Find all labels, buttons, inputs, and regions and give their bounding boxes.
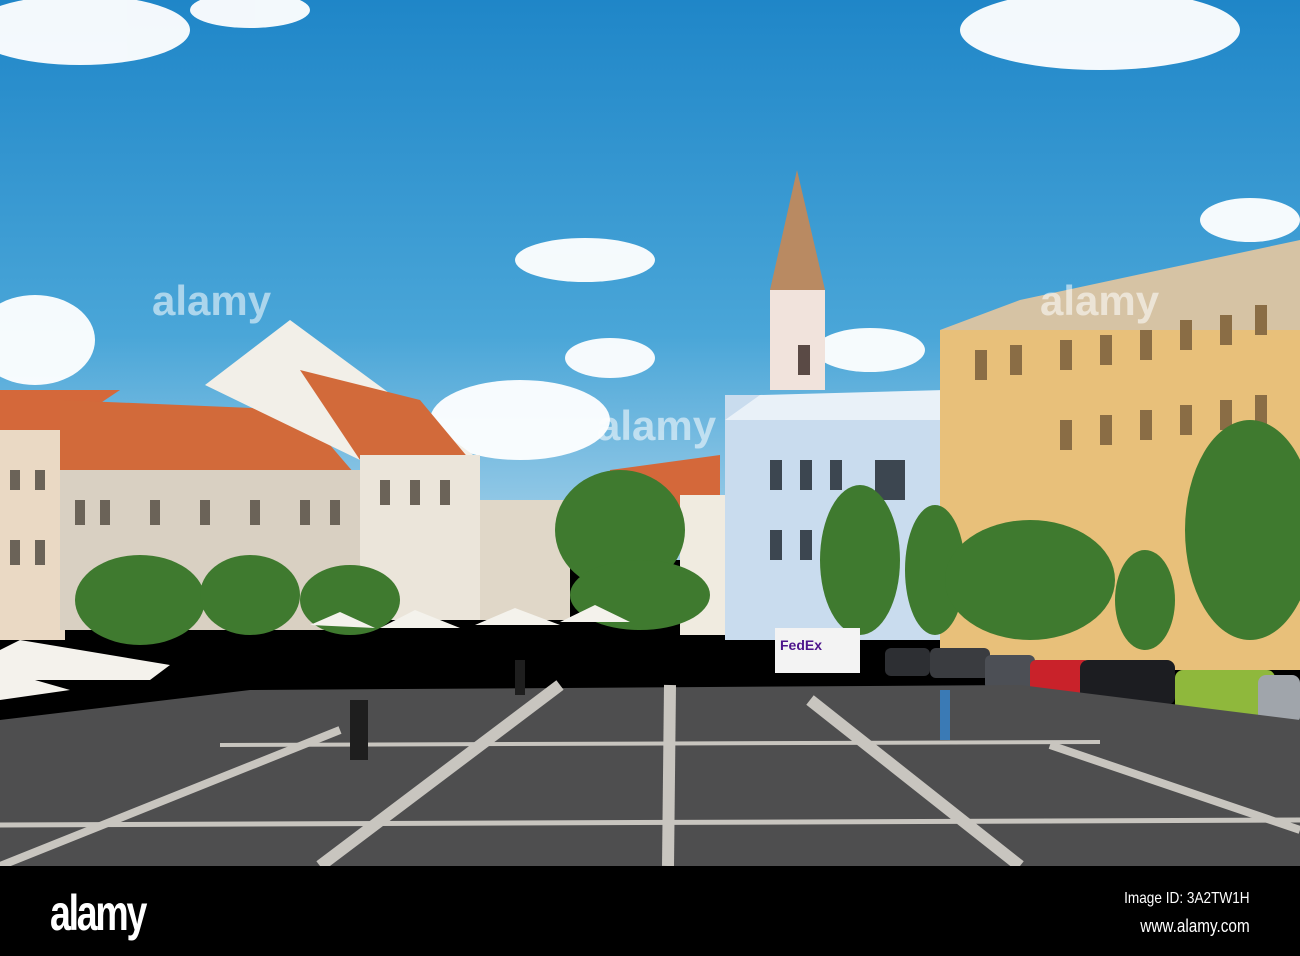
svg-text:alamy: alamy bbox=[597, 402, 717, 449]
alamy-logo: alamy bbox=[50, 885, 147, 941]
fedex-truck: FedEx bbox=[775, 628, 860, 673]
plaza bbox=[0, 685, 1300, 866]
svg-text:alamy: alamy bbox=[152, 277, 272, 324]
svg-text:FedEx: FedEx bbox=[780, 637, 822, 653]
footer-bar: alamy Image ID: 3A2TW1H www.alamy.com bbox=[0, 866, 1300, 956]
website-link: www.alamy.com bbox=[1140, 916, 1250, 936]
photo: FedEx alamy alamy alamy bbox=[0, 0, 1300, 866]
svg-text:alamy: alamy bbox=[1040, 277, 1160, 324]
image-id: Image ID: 3A2TW1H bbox=[1124, 890, 1250, 907]
